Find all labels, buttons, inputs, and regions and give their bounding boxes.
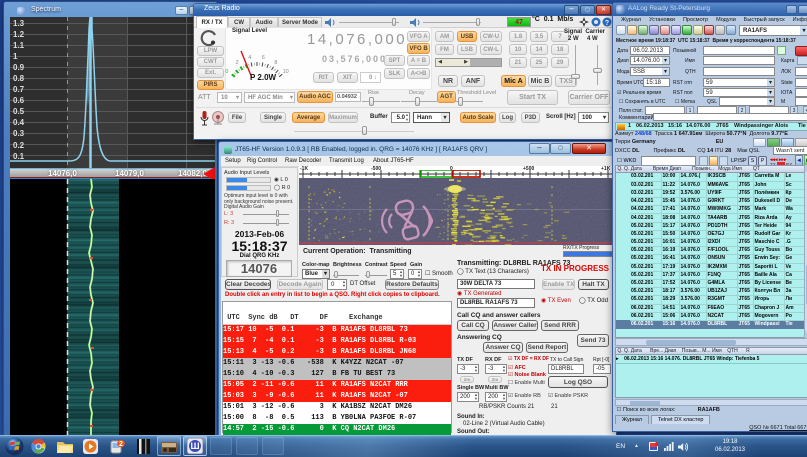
svg-text:0: 0 (225, 69, 228, 75)
svg-text:10: 10 (283, 69, 289, 75)
svg-text:8: 8 (274, 60, 277, 66)
svg-text:2: 2 (236, 60, 239, 66)
svg-text:4: 4 (248, 55, 251, 61)
svg-text:Ш: Ш (190, 441, 199, 451)
svg-text:?: ? (605, 20, 609, 27)
svg-text:6: 6 (262, 55, 265, 61)
svg-text:2: 2 (119, 441, 123, 448)
